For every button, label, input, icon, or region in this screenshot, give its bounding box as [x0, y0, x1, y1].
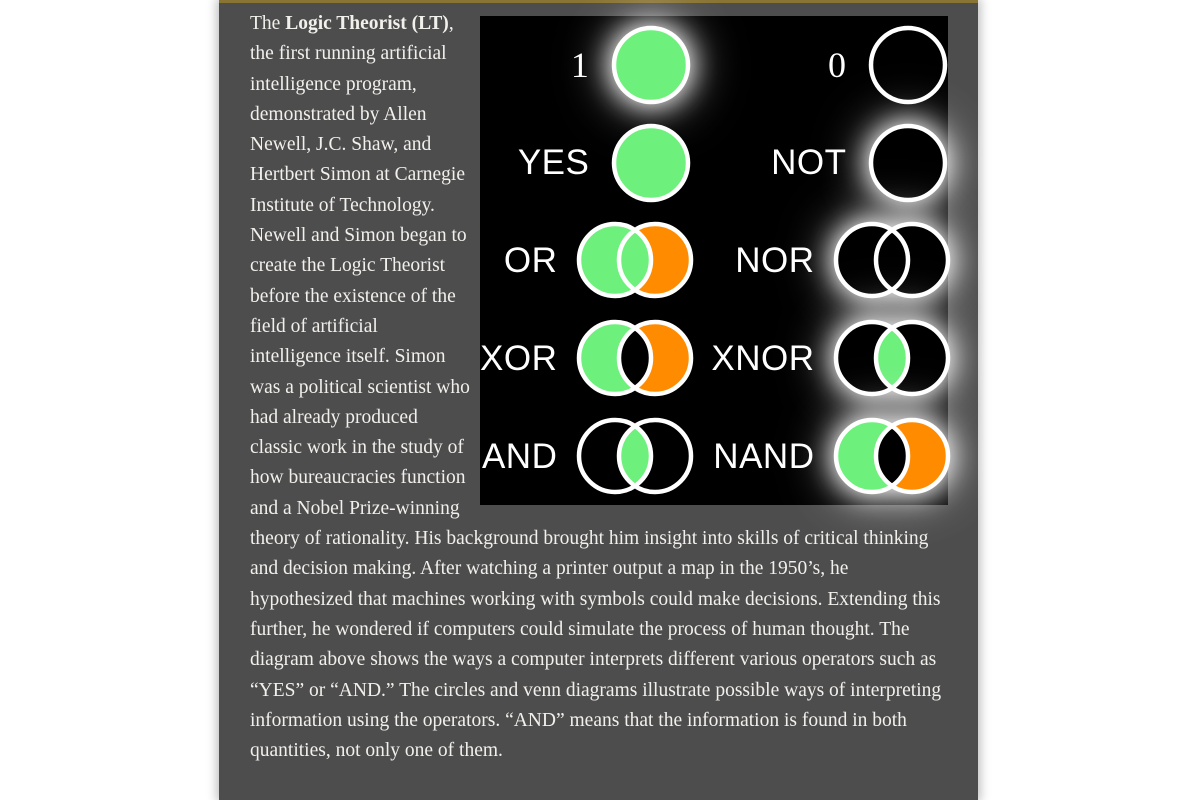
venn-diagram-icon-xor: [571, 310, 699, 406]
venn-diagram-icon-or: [571, 212, 699, 308]
operator-label-0: 0: [827, 44, 847, 85]
operator-cell-xor: XOR: [480, 309, 711, 407]
operator-cell-yes: YES: [480, 114, 711, 212]
operator-label-nor: NOR: [735, 240, 815, 280]
operator-cell-nand: NAND: [711, 407, 966, 505]
page-root: 1 0 YES NOT OR NOR XOR XNOR AND NAND The Logic Th…: [0, 0, 1200, 800]
operator-cell-or: OR: [480, 212, 711, 310]
state-circle-icon-yes: [603, 115, 699, 211]
state-circle-icon-not: [860, 115, 956, 211]
operator-label-xor: XOR: [480, 338, 558, 378]
operator-label-yes: YES: [517, 143, 590, 183]
operator-label-nand: NAND: [713, 436, 815, 476]
operator-cell-1: 1: [480, 16, 711, 114]
operator-label-and: AND: [481, 436, 558, 476]
operator-cell-xnor: XNOR: [711, 309, 966, 407]
intro-lead-rest: , the first running artificial intellige…: [250, 13, 465, 216]
venn-diagram-icon-and: [571, 408, 699, 504]
operator-label-xnor: XNOR: [711, 338, 815, 378]
venn-diagram-icon-nor: [828, 212, 956, 308]
article-column: 1 0 YES NOT OR NOR XOR XNOR AND NAND The Logic Th…: [219, 0, 978, 800]
logic-operator-diagram: 1 0 YES NOT OR NOR XOR XNOR AND NAND: [480, 16, 951, 505]
operator-cell-0: 0: [711, 16, 966, 114]
operator-cell-not: NOT: [711, 114, 966, 212]
state-circle-icon-0: [860, 17, 956, 113]
operator-label-or: OR: [503, 240, 558, 280]
venn-diagram-icon-xnor: [828, 310, 956, 406]
operator-grid: 1 0 YES NOT OR NOR XOR XNOR AND NAND: [480, 16, 951, 505]
state-circle-icon-1: [603, 17, 699, 113]
intro-lead-bold: Logic Theorist (LT): [285, 13, 449, 34]
intro-lead-prefix: The: [250, 13, 286, 34]
operator-label-not: NOT: [771, 143, 847, 183]
operator-cell-nor: NOR: [711, 212, 966, 310]
operator-cell-and: AND: [480, 407, 711, 505]
venn-diagram-icon-nand: [828, 408, 956, 504]
operator-label-1: 1: [570, 44, 590, 85]
